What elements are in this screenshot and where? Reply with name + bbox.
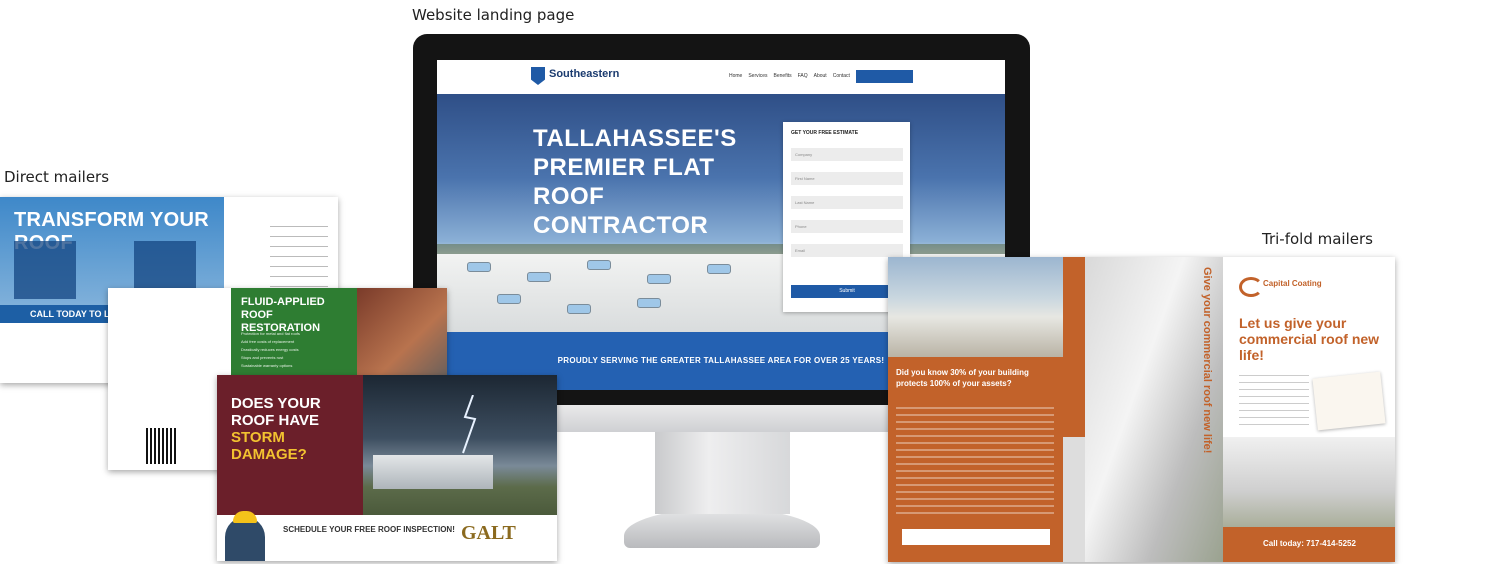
mailer3-footer: SCHEDULE YOUR FREE ROOF INSPECTION! GALT bbox=[217, 511, 557, 561]
trifold-call: Call today: 717-414-5252 bbox=[1263, 539, 1356, 548]
galt-logo: GALT bbox=[461, 522, 516, 544]
capital-coating-logo-icon bbox=[1239, 277, 1263, 297]
list-item: Protection for metal and flat roofs bbox=[241, 331, 300, 336]
list-item: Sustainable warranty options bbox=[241, 363, 293, 368]
trifold-brand: Capital Coating bbox=[1263, 279, 1322, 288]
skylight bbox=[467, 262, 491, 272]
shield-logo-icon bbox=[531, 67, 545, 85]
nav-item-services: Services bbox=[748, 73, 768, 79]
trifold-panel1-heading: Did you know 30% of your building protec… bbox=[896, 368, 1029, 388]
trifold-sticky-note bbox=[1312, 371, 1386, 431]
skylight bbox=[567, 304, 591, 314]
nav-links: Home Services Benefits FAQ About Contact bbox=[729, 73, 850, 79]
phone-field: Phone bbox=[791, 220, 903, 233]
storm-photo bbox=[363, 375, 557, 515]
tree-line bbox=[437, 244, 1005, 254]
trifold-mailer: Did you know 30% of your building protec… bbox=[888, 257, 1395, 562]
skylight bbox=[587, 260, 611, 270]
monitor-foot bbox=[624, 508, 820, 548]
company-field: Company bbox=[791, 148, 903, 161]
nav-item-contact: Contact bbox=[832, 73, 850, 79]
mailer3-body bbox=[231, 433, 349, 493]
trifold-panel2-heading: Give your commercial roof new life! bbox=[1201, 267, 1213, 454]
skylight bbox=[707, 264, 731, 274]
skylight bbox=[527, 272, 551, 282]
mailer1-before-box bbox=[14, 241, 76, 299]
skylight bbox=[637, 298, 661, 308]
trifold-panel1-button bbox=[902, 529, 1050, 545]
trifold-building-photo bbox=[1223, 437, 1395, 527]
list-item: Stops and prevents rust bbox=[241, 355, 284, 360]
site-nav: Southeastern Home Services Benefits FAQ … bbox=[437, 60, 1005, 94]
last-name-field: Last Name bbox=[791, 196, 903, 209]
form-title: GET YOUR FREE ESTIMATE bbox=[791, 130, 859, 136]
mailer2-address-block bbox=[120, 318, 190, 418]
trifold-panel-1: Did you know 30% of your building protec… bbox=[888, 257, 1063, 562]
barcode bbox=[146, 428, 176, 464]
caption-trifold: Tri-fold mailers bbox=[1262, 230, 1373, 248]
trifold-footer: Call today: 717-414-5252 bbox=[1223, 527, 1395, 562]
mailer2-bullets: Protection for metal and flat roofs Add … bbox=[241, 330, 346, 370]
list-item: Drastically reduces energy costs bbox=[241, 347, 299, 352]
lightning-icon bbox=[462, 395, 477, 454]
warehouse-building bbox=[373, 455, 493, 489]
trifold-panel1-body bbox=[896, 407, 1054, 517]
email-field: Email bbox=[791, 244, 903, 257]
nav-phone-button bbox=[856, 70, 913, 83]
list-item: Add free costs of replacement bbox=[241, 339, 295, 344]
nav-item-benefits: Benefits bbox=[773, 73, 792, 79]
nav-item-home: Home bbox=[729, 73, 743, 79]
trifold-panel-3: Capital Coating Let us give your commerc… bbox=[1223, 257, 1395, 562]
mailer3-title-line1: DOES YOUR ROOF HAVE bbox=[231, 395, 321, 429]
hero-title: TALLAHASSEE'S PREMIER FLAT ROOF CONTRACT… bbox=[533, 125, 737, 239]
nav-item-faq: FAQ bbox=[797, 73, 808, 79]
nav-item-about: About bbox=[813, 73, 827, 79]
mailer-storm-damage: DOES YOUR ROOF HAVE STORM DAMAGE? SCHEDU… bbox=[217, 375, 557, 561]
site-brand: Southeastern bbox=[549, 68, 620, 80]
trifold-panel2-strip bbox=[1063, 257, 1085, 437]
contractor-avatar bbox=[225, 511, 265, 561]
first-name-field: First Name bbox=[791, 172, 903, 185]
mailer3-panel: DOES YOUR ROOF HAVE STORM DAMAGE? bbox=[217, 375, 363, 515]
hard-hat-icon bbox=[233, 511, 257, 523]
trifold-bullets bbox=[1239, 369, 1309, 429]
monitor-neck bbox=[655, 432, 790, 514]
submit-button: Submit bbox=[791, 285, 903, 298]
roof-photo bbox=[888, 257, 1063, 357]
skylight bbox=[497, 294, 521, 304]
trifold-panel-2: Give your commercial roof new life! bbox=[1063, 257, 1223, 562]
caption-website: Website landing page bbox=[412, 6, 575, 24]
mailer3-cta: SCHEDULE YOUR FREE ROOF INSPECTION! bbox=[283, 525, 455, 534]
caption-direct-mailers: Direct mailers bbox=[4, 168, 110, 186]
skylight bbox=[647, 274, 671, 284]
trifold-heading: Let us give your commercial roof new lif… bbox=[1239, 315, 1380, 363]
